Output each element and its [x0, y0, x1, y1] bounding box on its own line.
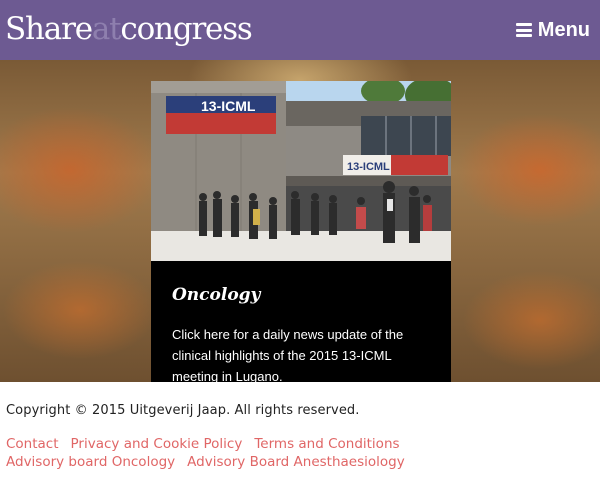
footer-links-row-1: Contact Privacy and Cookie Policy Terms an…: [6, 435, 596, 453]
photo-banner-text-2: 13-ICML: [347, 161, 390, 173]
card-title[interactable]: Oncology: [172, 285, 260, 305]
congress-venue-photo: 13-ICML 13-ICML: [151, 81, 451, 261]
footer-links-row-2: Advisory board Oncology Advisory Board An…: [6, 453, 596, 471]
oncology-card[interactable]: 13-ICML 13-ICML Oncology Click here for …: [151, 81, 451, 384]
card-description: Click here for a daily news update of th…: [172, 327, 404, 384]
privacy-policy-link[interactable]: Privacy and Cookie Policy: [71, 436, 243, 452]
menu-label: Menu: [537, 18, 590, 41]
site-logo[interactable]: Shareatcongress: [5, 9, 253, 49]
logo-congress: congress: [120, 11, 252, 47]
contact-link[interactable]: Contact: [6, 436, 59, 452]
copyright-text: Copyright © 2015 Uitgeverij Jaap. All ri…: [6, 403, 360, 418]
site-header: Shareatcongress Menu: [0, 0, 600, 60]
photo-banner-text: 13-ICML: [201, 98, 256, 114]
site-footer: Copyright © 2015 Uitgeverij Jaap. All ri…: [0, 382, 600, 480]
logo-at: at: [91, 11, 122, 47]
terms-link[interactable]: Terms and Conditions: [254, 436, 399, 452]
footer-links: Contact Privacy and Cookie Policy Terms an…: [6, 435, 596, 471]
hamburger-icon: [515, 23, 532, 37]
advisory-anesthaesiology-link[interactable]: Advisory Board Anesthaesiology: [187, 454, 405, 470]
advisory-oncology-link[interactable]: Advisory board Oncology: [6, 454, 175, 470]
menu-button[interactable]: Menu: [515, 17, 590, 43]
logo-share: Share: [5, 11, 93, 47]
